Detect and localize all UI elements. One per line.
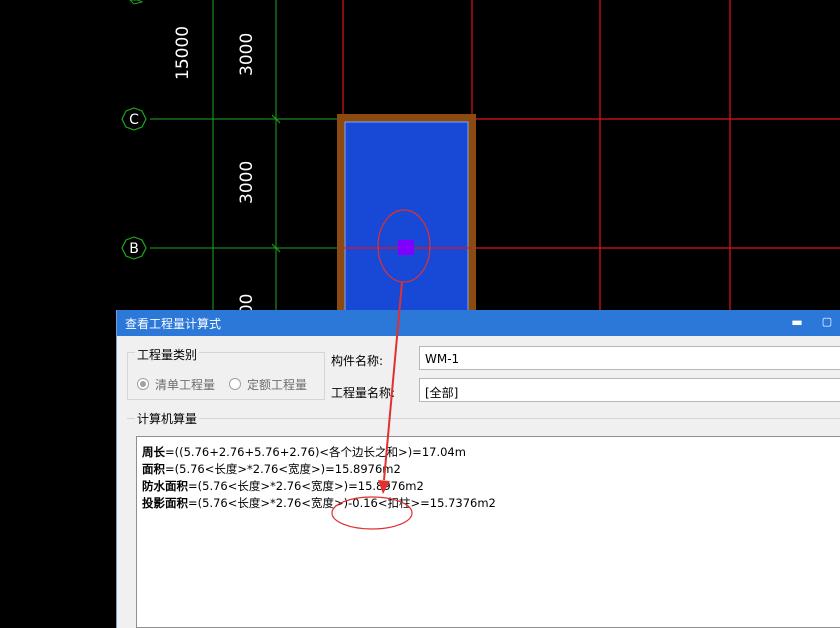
dialog-title: 查看工程量计算式 xyxy=(125,317,222,331)
axis-label-b: B xyxy=(129,241,139,257)
axis-label-c: C xyxy=(129,112,139,128)
axis-bubble-b: B xyxy=(121,236,147,260)
dim-15000: 15000 xyxy=(173,26,193,80)
divider xyxy=(127,418,840,419)
quantity-name-field[interactable]: [全部] xyxy=(419,378,840,402)
calc-formula-box[interactable]: 周长=((5.76+2.76+5.76+2.76)<各个边长之和>)=17.04… xyxy=(136,436,840,628)
radio-circle-icon xyxy=(137,378,149,390)
maximize-button[interactable]: ▢ xyxy=(819,314,835,330)
panel-wm-1[interactable] xyxy=(344,121,469,315)
minimize-button[interactable]: ▬ xyxy=(789,314,805,330)
column[interactable] xyxy=(398,240,414,255)
quantity-type-label: 工程量类别 xyxy=(135,346,200,363)
radio-quota-label: 定额工程量 xyxy=(247,378,308,392)
dialog-titlebar[interactable]: 查看工程量计算式 ▬ ▢ xyxy=(117,310,840,336)
quantity-name-label: 工程量名称: xyxy=(331,386,396,400)
component-name-field[interactable]: WM-1 xyxy=(419,346,840,370)
quantity-formula-dialog: 查看工程量计算式 ▬ ▢ 工程量类别 清单工程量 定额工程量 构件名称: WM-… xyxy=(116,310,840,628)
radio-circle-icon xyxy=(229,378,241,390)
formula-line-area: 面积=(5.76<长度>*2.76<宽度>)=15.8976m2 xyxy=(142,462,401,476)
radio-quota-quantity[interactable]: 定额工程量 xyxy=(229,376,307,393)
dim-3000-mid: 3000 xyxy=(237,161,257,204)
radio-list-quantity[interactable]: 清单工程量 xyxy=(137,376,215,393)
formula-line-perimeter: 周长=((5.76+2.76+5.76+2.76)<各个边长之和>)=17.04… xyxy=(142,445,466,459)
dim-3000-top: 3000 xyxy=(237,33,257,76)
axis-bubble-top xyxy=(129,0,144,5)
formula-line-projected-area: 投影面积=(5.76<长度>*2.76<宽度>)-0.16<扣柱>=15.737… xyxy=(142,496,496,510)
component-name-label: 构件名称: xyxy=(331,354,384,368)
radio-list-label: 清单工程量 xyxy=(155,378,216,392)
calc-section-label: 计算机算量 xyxy=(135,410,200,427)
axis-bubble-c: C xyxy=(121,107,147,131)
formula-line-waterproof-area: 防水面积=(5.76<长度>*2.76<宽度>)=15.8976m2 xyxy=(142,479,424,493)
